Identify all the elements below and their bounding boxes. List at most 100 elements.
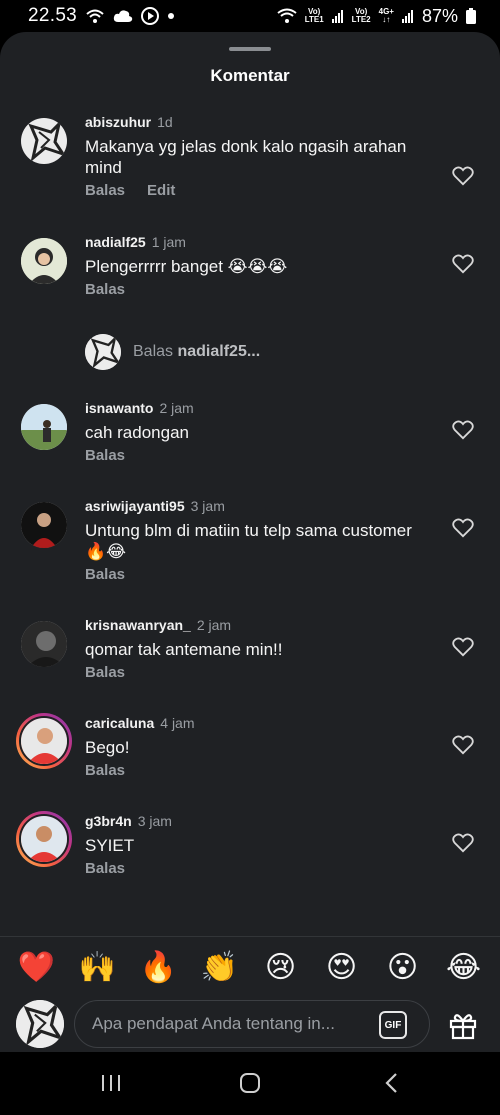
emoji-raised-hands-button[interactable]: 🙌 <box>76 953 120 983</box>
emoji-heart-button[interactable]: ❤️ <box>15 953 59 983</box>
avatar[interactable] <box>21 621 67 667</box>
avatar-story-ring[interactable] <box>16 713 72 769</box>
comment-actions: Balas <box>85 281 425 298</box>
avatar[interactable] <box>21 502 67 548</box>
comment-actions: Balas <box>85 664 425 681</box>
comment-username[interactable]: krisnawanryan_ <box>85 617 191 633</box>
reply-button[interactable]: Balas <box>85 566 125 583</box>
comment-header: caricaluna 4 jam <box>85 715 425 731</box>
comment-time: 2 jam <box>196 617 232 633</box>
reply-button[interactable]: Balas <box>85 762 125 779</box>
heart-outline-icon[interactable] <box>452 420 474 440</box>
network-type: 4G+ ↓↑ <box>378 7 394 24</box>
wifi-call-icon <box>85 8 105 24</box>
comment-header: krisnawanryan_ 2 jam <box>85 617 425 633</box>
comment-body: caricaluna 4 jam Bego! Balas <box>85 715 425 779</box>
reply-button[interactable]: Balas <box>85 664 125 681</box>
avatar <box>19 814 69 864</box>
comment-body: nadialf25 1 jam Plengerrrrr banget 😭😭😭 B… <box>85 234 425 298</box>
comment-body: abiszuhur 1d Makanya yg jelas donk kalo … <box>85 114 425 199</box>
comment-text: qomar tak antemane min!! <box>85 640 283 659</box>
drag-handle[interactable] <box>229 47 271 51</box>
comment-username[interactable]: g3br4n <box>85 813 132 829</box>
recent-apps-icon[interactable] <box>100 1072 122 1094</box>
reply-prompt-text: Balas nadialf25... <box>133 343 261 360</box>
comment-header: abiszuhur 1d <box>85 114 425 130</box>
sim1-label: Vo) LTE1 <box>304 7 324 24</box>
status-time: 22.53 <box>28 5 78 26</box>
comment-username[interactable]: isnawanto <box>85 400 153 416</box>
comment-time: 1d <box>157 114 173 130</box>
wifi-icon <box>277 8 297 24</box>
comment-time: 1 jam <box>151 234 186 250</box>
comment-text: Untung blm di matiin tu telp sama custom… <box>85 521 412 561</box>
comment-input-row: GIF <box>0 998 500 1050</box>
status-left: 22.53 <box>28 5 175 27</box>
heart-outline-icon[interactable] <box>452 254 474 274</box>
cloud-icon <box>113 9 133 23</box>
divider <box>0 936 500 937</box>
emoji-surprised-button[interactable]: 😮 <box>381 953 425 983</box>
comment-username[interactable]: abiszuhur <box>85 114 151 130</box>
comment-header: isnawanto 2 jam <box>85 400 425 416</box>
comment-text: Plengerrrrr banget 😭😭😭 <box>85 257 288 276</box>
comment-header: asriwijayanti95 3 jam <box>85 498 425 514</box>
gif-button[interactable]: GIF <box>379 1011 407 1039</box>
comment-actions: Balas <box>85 447 425 464</box>
system-nav-bar <box>0 1052 500 1115</box>
comment-text: SYIET <box>85 836 135 855</box>
sheet-title: Komentar <box>210 66 290 85</box>
avatar <box>85 334 121 370</box>
comment-actions: Balas <box>85 860 425 877</box>
comment-time: 2 jam <box>159 400 194 416</box>
reply-button[interactable]: Balas <box>85 182 125 199</box>
comment-text: cah radongan <box>85 423 189 442</box>
heart-outline-icon[interactable] <box>452 518 474 538</box>
avatar[interactable] <box>21 118 67 164</box>
comment-text: Bego! <box>85 738 130 757</box>
comment-actions: Balas <box>85 762 425 779</box>
comment-actions: Balas <box>85 566 425 583</box>
emoji-clap-button[interactable]: 👏 <box>198 953 242 983</box>
home-icon[interactable] <box>239 1072 261 1094</box>
comment-body: asriwijayanti95 3 jam Untung blm di mati… <box>85 498 425 583</box>
comment-input-box[interactable]: GIF <box>74 1000 430 1048</box>
comments-sheet: Komentar abiszuhur 1d Makanya yg jelas d… <box>0 32 500 1052</box>
comment-body: isnawanto 2 jam cah radongan Balas <box>85 400 425 464</box>
edit-button[interactable]: Edit <box>147 182 175 199</box>
comment-input[interactable] <box>92 1014 362 1034</box>
heart-outline-icon[interactable] <box>452 735 474 755</box>
emoji-quick-bar: ❤️ 🙌 🔥 👏 😢 😍 😮 😂 <box>0 948 500 988</box>
emoji-fire-button[interactable]: 🔥 <box>137 953 181 983</box>
gift-icon[interactable] <box>448 1010 478 1040</box>
comment-time: 3 jam <box>190 498 225 514</box>
battery-percent: 87% <box>421 5 458 26</box>
status-bar: 22.53 Vo) LTE1 Vo) LTE2 4G+ ↓↑ 87% <box>0 0 500 32</box>
emoji-heart-eyes-button[interactable]: 😍 <box>320 953 364 983</box>
comment-body: g3br4n 3 jam SYIET Balas <box>85 813 425 877</box>
battery-icon <box>466 8 476 24</box>
sim2-label: Vo) LTE2 <box>351 7 371 24</box>
own-avatar <box>16 1000 64 1048</box>
comment-username[interactable]: asriwijayanti95 <box>85 498 185 514</box>
comment-username[interactable]: nadialf25 <box>85 234 146 250</box>
back-icon[interactable] <box>381 1072 403 1094</box>
comment-username[interactable]: caricaluna <box>85 715 154 731</box>
reply-prompt[interactable]: Balas nadialf25... <box>85 334 260 370</box>
emoji-cry-button[interactable]: 😢 <box>259 953 303 983</box>
heart-outline-icon[interactable] <box>452 833 474 853</box>
media-play-icon <box>141 7 160 25</box>
comment-time: 3 jam <box>137 813 172 829</box>
reply-button[interactable]: Balas <box>85 281 125 298</box>
avatar[interactable] <box>21 404 67 450</box>
heart-outline-icon[interactable] <box>452 166 474 186</box>
emoji-laugh-button[interactable]: 😂 <box>442 953 486 983</box>
status-right: Vo) LTE1 Vo) LTE2 4G+ ↓↑ 87% <box>277 6 476 27</box>
avatar-story-ring[interactable] <box>16 811 72 867</box>
heart-outline-icon[interactable] <box>452 637 474 657</box>
comment-body: krisnawanryan_ 2 jam qomar tak antemane … <box>85 617 425 681</box>
reply-button[interactable]: Balas <box>85 447 125 464</box>
reply-button[interactable]: Balas <box>85 860 125 877</box>
avatar <box>19 716 69 766</box>
avatar[interactable] <box>21 238 67 284</box>
